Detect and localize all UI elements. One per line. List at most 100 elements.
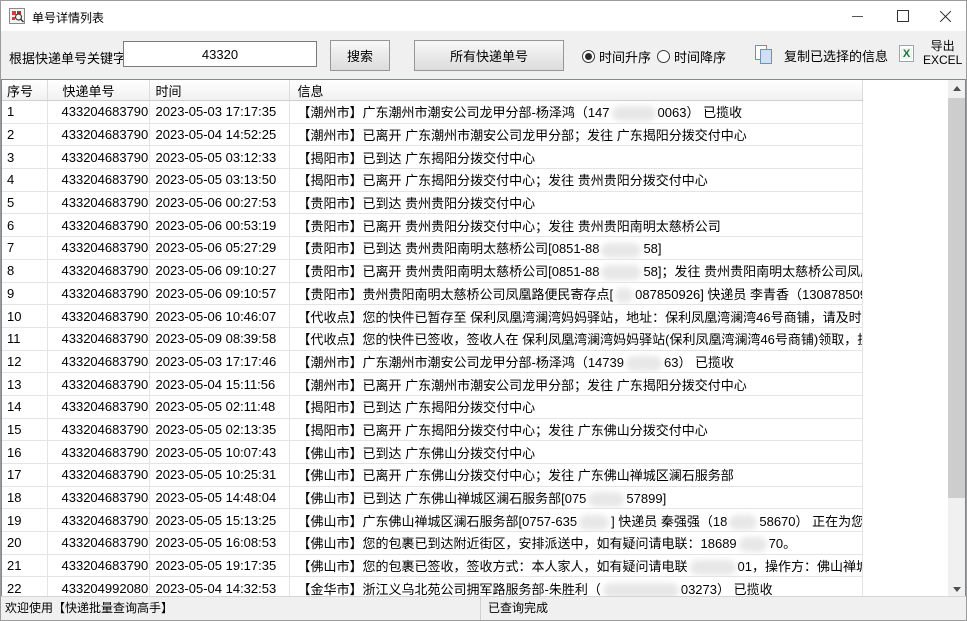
export-excel-button[interactable]: X 导出 EXCEL	[897, 39, 962, 67]
scrollbar-thumb[interactable]	[948, 98, 965, 498]
column-header-index[interactable]: 序号	[2, 80, 47, 101]
timestamp: 2023-05-03 17:17:46	[149, 350, 289, 373]
search-button[interactable]: 搜索	[330, 40, 390, 71]
column-header-info[interactable]: 信息	[289, 80, 862, 101]
table-row[interactable]: 1143320468379032023-05-09 08:39:58【代收点】您…	[2, 327, 862, 350]
table-row[interactable]: 1543320468379032023-05-05 02:13:35【揭阳市】已…	[2, 418, 862, 441]
table-row[interactable]: 1043320468379032023-05-06 10:46:07【代收点】您…	[2, 305, 862, 328]
radio-time-asc-label: 时间升序	[599, 47, 651, 66]
table-row[interactable]: 443320468379032023-05-05 03:13:50【揭阳市】已离…	[2, 169, 862, 192]
status-bar: 欢迎使用【快递批量查询高手】 已查询完成	[1, 596, 966, 620]
table-row[interactable]: 1843320468379032023-05-05 14:48:04【佛山市】已…	[2, 486, 862, 509]
row-index: 14	[2, 395, 47, 418]
tracking-number: 4332046837903	[47, 464, 149, 487]
info-cell: 【潮州市】已离开 广东潮州市潮安公司龙甲分部；发往 广东揭阳分拨交付中心	[289, 123, 862, 146]
keyword-label: 根据快递单号关键字:	[9, 48, 130, 67]
redacted-text	[601, 243, 641, 258]
radio-time-desc[interactable]: 时间降序	[657, 47, 726, 66]
radio-time-desc-label: 时间降序	[674, 47, 726, 66]
app-icon	[9, 8, 25, 24]
timestamp: 2023-05-09 08:39:58	[149, 327, 289, 350]
info-cell: 【潮州市】已离开 广东潮州市潮安公司龙甲分部；发往 广东揭阳分拨交付中心	[289, 373, 862, 396]
timestamp: 2023-05-05 03:12:33	[149, 146, 289, 169]
info-cell: 【揭阳市】已到达 广东揭阳分拨交付中心	[289, 395, 862, 418]
vertical-scrollbar[interactable]	[948, 80, 965, 598]
copy-selected-label: 复制已选择的信息	[784, 46, 888, 65]
info-cell: 【代收点】您的快件已签收，签收人在 保利凤凰湾澜湾妈妈驿站(保利凤凰湾澜湾46号…	[289, 327, 862, 350]
timestamp: 2023-05-05 03:13:50	[149, 169, 289, 192]
column-header-tracking[interactable]: 快递单号	[47, 80, 149, 101]
info-cell: 【佛山市】您的包裹已到达附近街区，安排派送中，如有疑问请电联：1868970。	[289, 532, 862, 555]
tracking-number: 4332046837903	[47, 350, 149, 373]
status-message: 欢迎使用【快递批量查询高手】	[1, 597, 481, 620]
tracking-number: 4332046837903	[47, 327, 149, 350]
table-row[interactable]: 1943320468379032023-05-05 15:13:25【佛山市】广…	[2, 509, 862, 532]
table-row[interactable]: 1743320468379032023-05-05 10:25:31【佛山市】已…	[2, 464, 862, 487]
table-row[interactable]: 2143320468379032023-05-05 19:17:35【佛山市】您…	[2, 554, 862, 577]
timestamp: 2023-05-06 05:27:29	[149, 237, 289, 260]
close-button[interactable]	[929, 1, 961, 31]
table-row[interactable]: 1243320468379032023-05-03 17:17:46【潮州市】广…	[2, 350, 862, 373]
redacted-text	[615, 288, 633, 303]
tracking-number: 4332046837903	[47, 532, 149, 555]
table-row[interactable]: 743320468379032023-05-06 05:27:29【贵阳市】已到…	[2, 237, 862, 260]
row-index: 16	[2, 441, 47, 464]
copy-selected-button[interactable]: 复制已选择的信息	[753, 44, 888, 66]
row-index: 17	[2, 464, 47, 487]
table-row[interactable]: 543320468379032023-05-06 00:27:53【贵阳市】已到…	[2, 191, 862, 214]
table-row[interactable]: 1443320468379032023-05-05 02:11:48【揭阳市】已…	[2, 395, 862, 418]
table-row[interactable]: 1343320468379032023-05-04 15:11:56【潮州市】已…	[2, 373, 862, 396]
export-label-line1: 导出	[923, 39, 962, 53]
window-title: 单号详情列表	[32, 9, 104, 26]
tracking-number: 4332046837903	[47, 395, 149, 418]
timestamp: 2023-05-04 15:11:56	[149, 373, 289, 396]
keyword-input[interactable]	[123, 41, 317, 67]
scrollbar-up-button[interactable]	[948, 80, 965, 97]
maximize-button[interactable]	[887, 1, 919, 31]
tracking-number: 4332046837903	[47, 486, 149, 509]
table-row[interactable]: 243320468379032023-05-04 14:52:25【潮州市】已离…	[2, 123, 862, 146]
row-index: 9	[2, 282, 47, 305]
row-index: 5	[2, 191, 47, 214]
timestamp: 2023-05-06 00:27:53	[149, 191, 289, 214]
radio-time-asc-circle	[582, 50, 595, 63]
info-cell: 【贵阳市】已到达 贵州贵阳南明太慈桥公司[0851-8858]	[289, 237, 862, 260]
table-row[interactable]: 2043320468379032023-05-05 16:08:53【佛山市】您…	[2, 532, 862, 555]
table-row[interactable]: 143320468379032023-05-03 17:17:35【潮州市】广东…	[2, 101, 862, 124]
info-cell: 【佛山市】已到达 广东佛山分拨交付中心	[289, 441, 862, 464]
minimize-button[interactable]	[841, 1, 873, 31]
table-row[interactable]: 343320468379032023-05-05 03:12:33【揭阳市】已到…	[2, 146, 862, 169]
table-row[interactable]: 643320468379032023-05-06 00:53:19【贵阳市】已离…	[2, 214, 862, 237]
copy-icon	[753, 44, 775, 66]
tracking-number: 4332046837903	[47, 191, 149, 214]
export-label-line2: EXCEL	[923, 53, 962, 67]
redacted-text	[612, 106, 656, 121]
toolbar: 根据快递单号关键字: 搜索 所有快递单号 时间升序 时间降序 复制已选择的信息 …	[1, 31, 966, 80]
table-row[interactable]: 1643320468379032023-05-05 10:07:43【佛山市】已…	[2, 441, 862, 464]
tracking-number: 4332046837903	[47, 169, 149, 192]
redacted-text	[729, 515, 757, 530]
row-index: 7	[2, 237, 47, 260]
timestamp: 2023-05-05 14:48:04	[149, 486, 289, 509]
timestamp: 2023-05-05 02:13:35	[149, 418, 289, 441]
tracking-number: 4332046837903	[47, 418, 149, 441]
status-query-result: 已查询完成	[482, 597, 966, 620]
app-window: 单号详情列表 根据快递单号关键字: 搜索 所有快递单号 时间升序 时间降序 复制…	[0, 0, 967, 621]
info-cell: 【揭阳市】已离开 广东揭阳分拨交付中心；发往 贵州贵阳分拨交付中心	[289, 169, 862, 192]
radio-time-asc[interactable]: 时间升序	[582, 47, 651, 66]
timestamp: 2023-05-05 16:08:53	[149, 532, 289, 555]
timestamp: 2023-05-06 00:53:19	[149, 214, 289, 237]
info-cell: 【贵阳市】贵州贵阳南明太慈桥公司凤凰路便民寄存点[087850926] 快递员 …	[289, 282, 862, 305]
all-tracking-numbers-button[interactable]: 所有快递单号	[414, 40, 564, 71]
svg-text:X: X	[903, 48, 911, 60]
redacted-text	[626, 356, 662, 371]
column-header-time[interactable]: 时间	[149, 80, 289, 101]
tracking-number: 4332046837903	[47, 146, 149, 169]
table-row[interactable]: 843320468379032023-05-06 09:10:27【贵阳市】已离…	[2, 259, 862, 282]
timestamp: 2023-05-04 14:52:25	[149, 123, 289, 146]
maximize-icon	[897, 10, 909, 22]
table-row[interactable]: 943320468379032023-05-06 09:10:57【贵阳市】贵州…	[2, 282, 862, 305]
row-index: 2	[2, 123, 47, 146]
redacted-text	[588, 492, 624, 507]
row-index: 6	[2, 214, 47, 237]
